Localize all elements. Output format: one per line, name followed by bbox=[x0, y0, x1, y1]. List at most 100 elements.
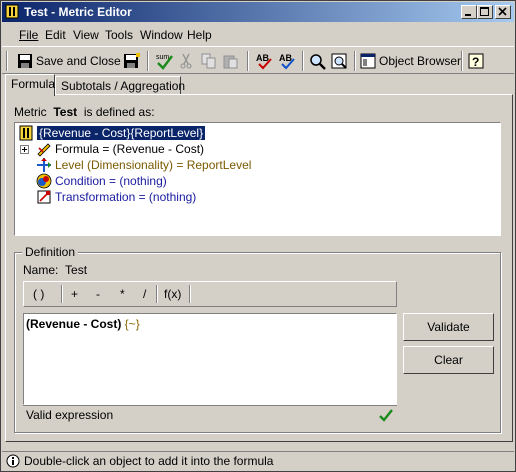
validate-button[interactable]: Validate bbox=[403, 313, 494, 341]
expression-status-text: Valid expression bbox=[26, 408, 114, 422]
clear-button-label: Clear bbox=[434, 353, 463, 367]
cut-button[interactable] bbox=[179, 50, 193, 72]
menu-help-label: Help bbox=[187, 28, 212, 42]
tree-root-item[interactable]: {Revenue - Cost}{ReportLevel} bbox=[18, 125, 207, 141]
menu-edit-label: Edit bbox=[45, 28, 66, 42]
menu-tools[interactable]: Tools bbox=[105, 28, 133, 42]
find-in-browser-icon bbox=[331, 53, 347, 69]
close-window-button[interactable] bbox=[495, 5, 511, 19]
menu-window[interactable]: Window bbox=[140, 28, 183, 42]
metric-name: Test bbox=[53, 105, 78, 119]
metric-editor-app-icon bbox=[5, 4, 19, 19]
validate-button-label: Validate bbox=[427, 320, 470, 334]
status-bar-text: Double-click an object to add it into th… bbox=[24, 454, 274, 468]
name-label: Name: bbox=[23, 263, 59, 277]
tree-item-transformation[interactable]: Transformation = (nothing) bbox=[36, 189, 196, 205]
tab-subtotals-aggregation[interactable]: Subtotals / Aggregation bbox=[55, 76, 185, 95]
object-browser-icon bbox=[360, 53, 376, 69]
menu-edit[interactable]: Edit bbox=[45, 28, 66, 42]
definition-group-label: Definition bbox=[22, 245, 79, 259]
metric-icon bbox=[19, 125, 33, 141]
transformation-icon bbox=[37, 190, 51, 204]
metric-suffix: is defined as: bbox=[83, 105, 155, 119]
formula-expression-bold: (Revenue - Cost) bbox=[26, 317, 122, 331]
tree-item-condition-label: Condition = (nothing) bbox=[55, 174, 167, 188]
parentheses-operator-button[interactable]: ( ) bbox=[33, 287, 44, 301]
level-icon bbox=[37, 158, 51, 172]
save-icon bbox=[124, 53, 140, 68]
toolbar-grip bbox=[6, 51, 8, 71]
minimize-button[interactable] bbox=[461, 5, 477, 19]
object-browser-label: Object Browser bbox=[379, 54, 462, 68]
condition-icon bbox=[36, 173, 52, 189]
multiply-operator-button[interactable]: * bbox=[120, 287, 125, 301]
tree-root-label: {Revenue - Cost}{ReportLevel} bbox=[35, 125, 207, 141]
metric-prefix: Metric bbox=[14, 105, 47, 119]
metric-definition-tree[interactable]: {Revenue - Cost}{ReportLevel} Formula = … bbox=[14, 122, 501, 236]
toolbar-separator bbox=[247, 51, 249, 71]
spell-check-button[interactable]: AB bbox=[256, 50, 274, 72]
toolbar-separator bbox=[147, 51, 149, 71]
operator-separator bbox=[156, 285, 158, 303]
formula-editor[interactable]: (Revenue - Cost) {~} bbox=[23, 313, 397, 405]
tree-item-condition[interactable]: Condition = (nothing) bbox=[36, 173, 167, 189]
svg-text:?: ? bbox=[472, 55, 479, 69]
tab-formula-label: Formula bbox=[11, 77, 56, 91]
menu-file[interactable]: File bbox=[19, 28, 38, 42]
window-title: Test - Metric Editor bbox=[24, 5, 132, 19]
operator-separator bbox=[189, 285, 191, 303]
sum-button[interactable]: sum bbox=[155, 50, 175, 72]
menu-file-label: File bbox=[19, 28, 39, 42]
paste-icon bbox=[223, 55, 238, 69]
expression-status-bar: Valid expression bbox=[23, 405, 397, 423]
plus-operator-button[interactable]: + bbox=[71, 287, 78, 301]
title-bar[interactable]: Test - Metric Editor bbox=[2, 2, 514, 22]
toolbar-separator bbox=[354, 51, 356, 71]
save-disk-icon bbox=[18, 54, 32, 68]
spell-check-all-button[interactable]: AB bbox=[279, 50, 297, 72]
spell-check-all-icon: AB bbox=[279, 53, 295, 70]
metric-definition-heading: Metric Test is defined as: bbox=[14, 105, 155, 119]
object-browser-button[interactable]: Object Browser bbox=[360, 50, 461, 72]
menu-help[interactable]: Help bbox=[187, 28, 212, 42]
tree-item-level[interactable]: Level (Dimensionality) = ReportLevel bbox=[36, 157, 251, 173]
menu-bar: File Edit View Tools Window Help bbox=[2, 25, 514, 45]
tab-formula[interactable]: Formula bbox=[5, 74, 55, 96]
tab-subtotals-label: Subtotals / Aggregation bbox=[61, 79, 186, 93]
maximize-button[interactable] bbox=[477, 5, 493, 19]
toolbar: Save and Close sum AB AB Object Browser … bbox=[2, 46, 514, 74]
menu-view-label: View bbox=[73, 28, 99, 42]
sum-check-icon: sum bbox=[156, 54, 173, 70]
formula-expression-rest: {~} bbox=[121, 317, 140, 331]
minimize-icon bbox=[465, 14, 471, 16]
tree-item-formula-label: Formula = (Revenue - Cost) bbox=[55, 142, 205, 156]
menu-view[interactable]: View bbox=[73, 28, 99, 42]
find-in-browser-button[interactable] bbox=[331, 50, 348, 72]
close-icon bbox=[498, 7, 507, 16]
function-button[interactable]: f(x) bbox=[164, 287, 181, 301]
operator-toolbar: ( ) + - * / f(x) bbox=[23, 281, 397, 307]
minus-operator-button[interactable]: - bbox=[96, 287, 100, 301]
copy-icon bbox=[201, 53, 216, 69]
menu-tools-label: Tools bbox=[105, 28, 134, 42]
operator-separator bbox=[61, 285, 63, 303]
help-icon: ? bbox=[468, 53, 484, 69]
info-icon bbox=[6, 454, 20, 468]
save-and-close-button[interactable]: Save and Close bbox=[17, 50, 121, 72]
tab-strip: Formula Subtotals / Aggregation bbox=[5, 74, 513, 96]
find-button[interactable] bbox=[309, 50, 326, 72]
tree-item-formula[interactable]: Formula = (Revenue - Cost) bbox=[20, 141, 204, 157]
toolbar-separator bbox=[302, 51, 304, 71]
save-button[interactable] bbox=[123, 50, 141, 72]
copy-button[interactable] bbox=[201, 50, 217, 72]
clear-button[interactable]: Clear bbox=[403, 346, 494, 374]
divide-operator-button[interactable]: / bbox=[143, 287, 146, 301]
metric-editor-window: Test - Metric Editor File Edit View Tool… bbox=[0, 0, 516, 472]
expand-plus-icon[interactable] bbox=[20, 144, 29, 154]
spell-check-icon: AB bbox=[256, 53, 272, 70]
tree-item-transformation-label: Transformation = (nothing) bbox=[55, 190, 197, 204]
svg-text:sum: sum bbox=[156, 54, 169, 61]
help-button[interactable]: ? bbox=[468, 50, 484, 72]
formula-icon bbox=[37, 143, 51, 157]
paste-button[interactable] bbox=[223, 50, 239, 72]
